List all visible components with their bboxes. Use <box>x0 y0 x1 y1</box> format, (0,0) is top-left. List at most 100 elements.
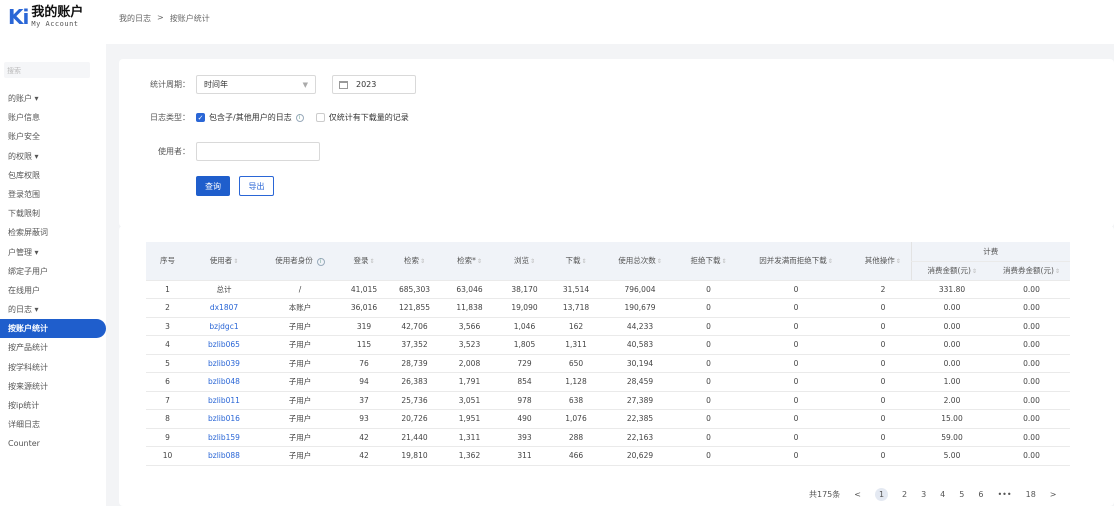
cell-idx: 5 <box>146 354 189 373</box>
th-coupon-amount[interactable]: 消费券金额(元)⇕ <box>993 261 1070 281</box>
pagination-page-last[interactable]: 18 <box>1026 490 1036 499</box>
year-picker[interactable]: 2023 <box>332 75 416 94</box>
cell-user[interactable]: bzlib088 <box>189 446 259 466</box>
info-icon[interactable]: i <box>295 113 304 122</box>
cell-user[interactable]: bzlib039 <box>189 354 259 373</box>
sort-icon[interactable]: ⇕ <box>477 258 482 265</box>
th-role: 使用者身份 i <box>259 242 341 281</box>
th-search-label: 检索 <box>403 256 419 266</box>
cell-coupon: 0.00 <box>993 335 1070 355</box>
sort-icon[interactable]: ⇕ <box>1055 268 1060 275</box>
cell-user[interactable]: bzlib048 <box>189 372 259 392</box>
cell-user[interactable]: bzlib011 <box>189 391 259 410</box>
sidebar-item[interactable]: 检索屏蔽词 <box>8 223 106 242</box>
logo-title: 我的账户 <box>31 5 84 20</box>
include-sub-label[interactable]: 包含子/其他用户的日志 <box>209 112 292 123</box>
cell-amount: 331.80 <box>911 280 993 299</box>
th-other[interactable]: 其他操作⇕ <box>855 242 911 281</box>
cell-browse: 38,170 <box>497 280 552 299</box>
cell-total: 796,004 <box>600 280 680 299</box>
th-total[interactable]: 使用总次数⇕ <box>600 242 680 281</box>
breadcrumb-item-logs[interactable]: 我的日志 <box>119 13 151 24</box>
th-search2[interactable]: 检索*⇕ <box>442 242 497 281</box>
sidebar-item[interactable]: 按ip统计 <box>8 396 106 415</box>
pagination-page-5[interactable]: 5 <box>959 490 964 499</box>
cell-refuse_c: 0 <box>737 372 855 392</box>
cell-login: 36,016 <box>341 298 387 318</box>
cell-refuse: 0 <box>680 409 737 429</box>
sidebar-item[interactable]: 绑定子用户 <box>8 262 106 281</box>
query-button[interactable]: 查询 <box>196 176 230 196</box>
sort-icon[interactable]: ⇕ <box>972 268 977 275</box>
period-label: 统计周期： <box>150 80 190 89</box>
cell-user[interactable]: bzjdgc1 <box>189 317 259 336</box>
sort-icon[interactable]: ⇕ <box>828 258 833 265</box>
cell-login: 37 <box>341 391 387 410</box>
sidebar: 搜索 的账户 ▾ 账户信息 账户安全 的权限 ▾ 包库权限 登录范围 下载限制 检索屏蔽词 户管… <box>0 44 106 506</box>
cell-user[interactable]: bzlib016 <box>189 409 259 429</box>
th-download[interactable]: 下载⇕ <box>552 242 600 281</box>
cell-user[interactable]: bzlib159 <box>189 428 259 447</box>
info-icon[interactable]: i <box>316 257 325 266</box>
th-refuse[interactable]: 拒绝下载⇕ <box>680 242 737 281</box>
cell-coupon: 0.00 <box>993 317 1070 336</box>
logo[interactable]: Ki 我的账户 My Account <box>8 5 84 29</box>
sidebar-item[interactable]: 登录范围 <box>8 185 106 204</box>
cell-user[interactable]: dx1807 <box>189 298 259 318</box>
sidebar-item[interactable]: 按账户统计 <box>0 319 106 339</box>
sidebar-item[interactable]: 的账户 ▾ <box>8 89 106 108</box>
sidebar-item[interactable]: 账户安全 <box>8 127 106 146</box>
th-user[interactable]: 使用者⇕ <box>189 242 259 281</box>
download-only-label[interactable]: 仅统计有下载量的记录 <box>329 112 409 123</box>
period-select-value: 时间年 <box>204 80 228 89</box>
cell-refuse: 0 <box>680 280 737 299</box>
sidebar-item[interactable]: 包库权限 <box>8 166 106 185</box>
cell-login: 76 <box>341 354 387 373</box>
pagination-page-2[interactable]: 2 <box>902 490 907 499</box>
user-input[interactable] <box>196 142 320 161</box>
cell-coupon: 0.00 <box>993 372 1070 392</box>
pagination-prev-button[interactable]: < <box>854 490 861 499</box>
th-login[interactable]: 登录⇕ <box>341 242 387 281</box>
period-select[interactable]: 时间年 ▼ <box>196 75 316 94</box>
pagination-page-1[interactable]: 1 <box>874 488 888 501</box>
th-browse[interactable]: 浏览⇕ <box>497 242 552 281</box>
sort-icon[interactable]: ⇕ <box>530 258 535 265</box>
sidebar-item[interactable]: 的权限 ▾ <box>8 147 106 166</box>
sort-icon[interactable]: ⇕ <box>420 258 425 265</box>
sidebar-item[interactable]: 按产品统计 <box>8 338 106 357</box>
sidebar-item[interactable]: Counter <box>8 434 106 453</box>
table-row: 9 bzlib159 子用户 42 21,440 1,311 393 288 22,163 0 0 0… <box>146 428 1070 447</box>
cell-refuse_c: 0 <box>737 298 855 318</box>
sidebar-item[interactable]: 详细日志 <box>8 415 106 434</box>
sidebar-item[interactable]: 按学科统计 <box>8 358 106 377</box>
pagination-page-6[interactable]: 6 <box>978 490 983 499</box>
sort-icon[interactable]: ⇕ <box>657 258 662 265</box>
cell-user[interactable]: bzlib065 <box>189 335 259 355</box>
pagination-ellipsis[interactable]: ••• <box>997 490 1011 499</box>
cell-download: 1,076 <box>552 409 600 429</box>
sort-icon[interactable]: ⇕ <box>369 258 374 265</box>
sidebar-item[interactable]: 在线用户 <box>8 281 106 300</box>
sidebar-item[interactable]: 下载限制 <box>8 204 106 223</box>
sort-icon[interactable]: ⇕ <box>581 258 586 265</box>
sort-icon[interactable]: ⇕ <box>721 258 726 265</box>
pagination-next-button[interactable]: > <box>1050 490 1057 499</box>
sidebar-search-input[interactable]: 搜索 <box>4 62 90 78</box>
th-consume-amount[interactable]: 消费金额(元)⇕ <box>910 261 993 281</box>
download-only-checkbox[interactable] <box>315 113 325 122</box>
sidebar-item[interactable]: 户管理 ▾ <box>8 243 106 262</box>
sidebar-item[interactable]: 账户信息 <box>8 108 106 127</box>
sort-icon[interactable]: ⇕ <box>896 258 901 265</box>
cell-other: 0 <box>855 372 911 392</box>
pagination-page-4[interactable]: 4 <box>940 490 945 499</box>
th-refuse-concurrent[interactable]: 因并发满而拒绝下载⇕ <box>737 242 855 281</box>
include-sub-checkbox[interactable]: ✓ <box>196 113 205 122</box>
sidebar-item[interactable]: 的日志 ▾ <box>8 300 106 319</box>
export-button[interactable]: 导出 <box>239 176 274 196</box>
cell-browse: 393 <box>497 428 552 447</box>
pagination-page-3[interactable]: 3 <box>921 490 926 499</box>
th-search[interactable]: 检索⇕ <box>387 242 442 281</box>
sidebar-item[interactable]: 按来源统计 <box>8 377 106 396</box>
sort-icon[interactable]: ⇕ <box>233 258 238 265</box>
